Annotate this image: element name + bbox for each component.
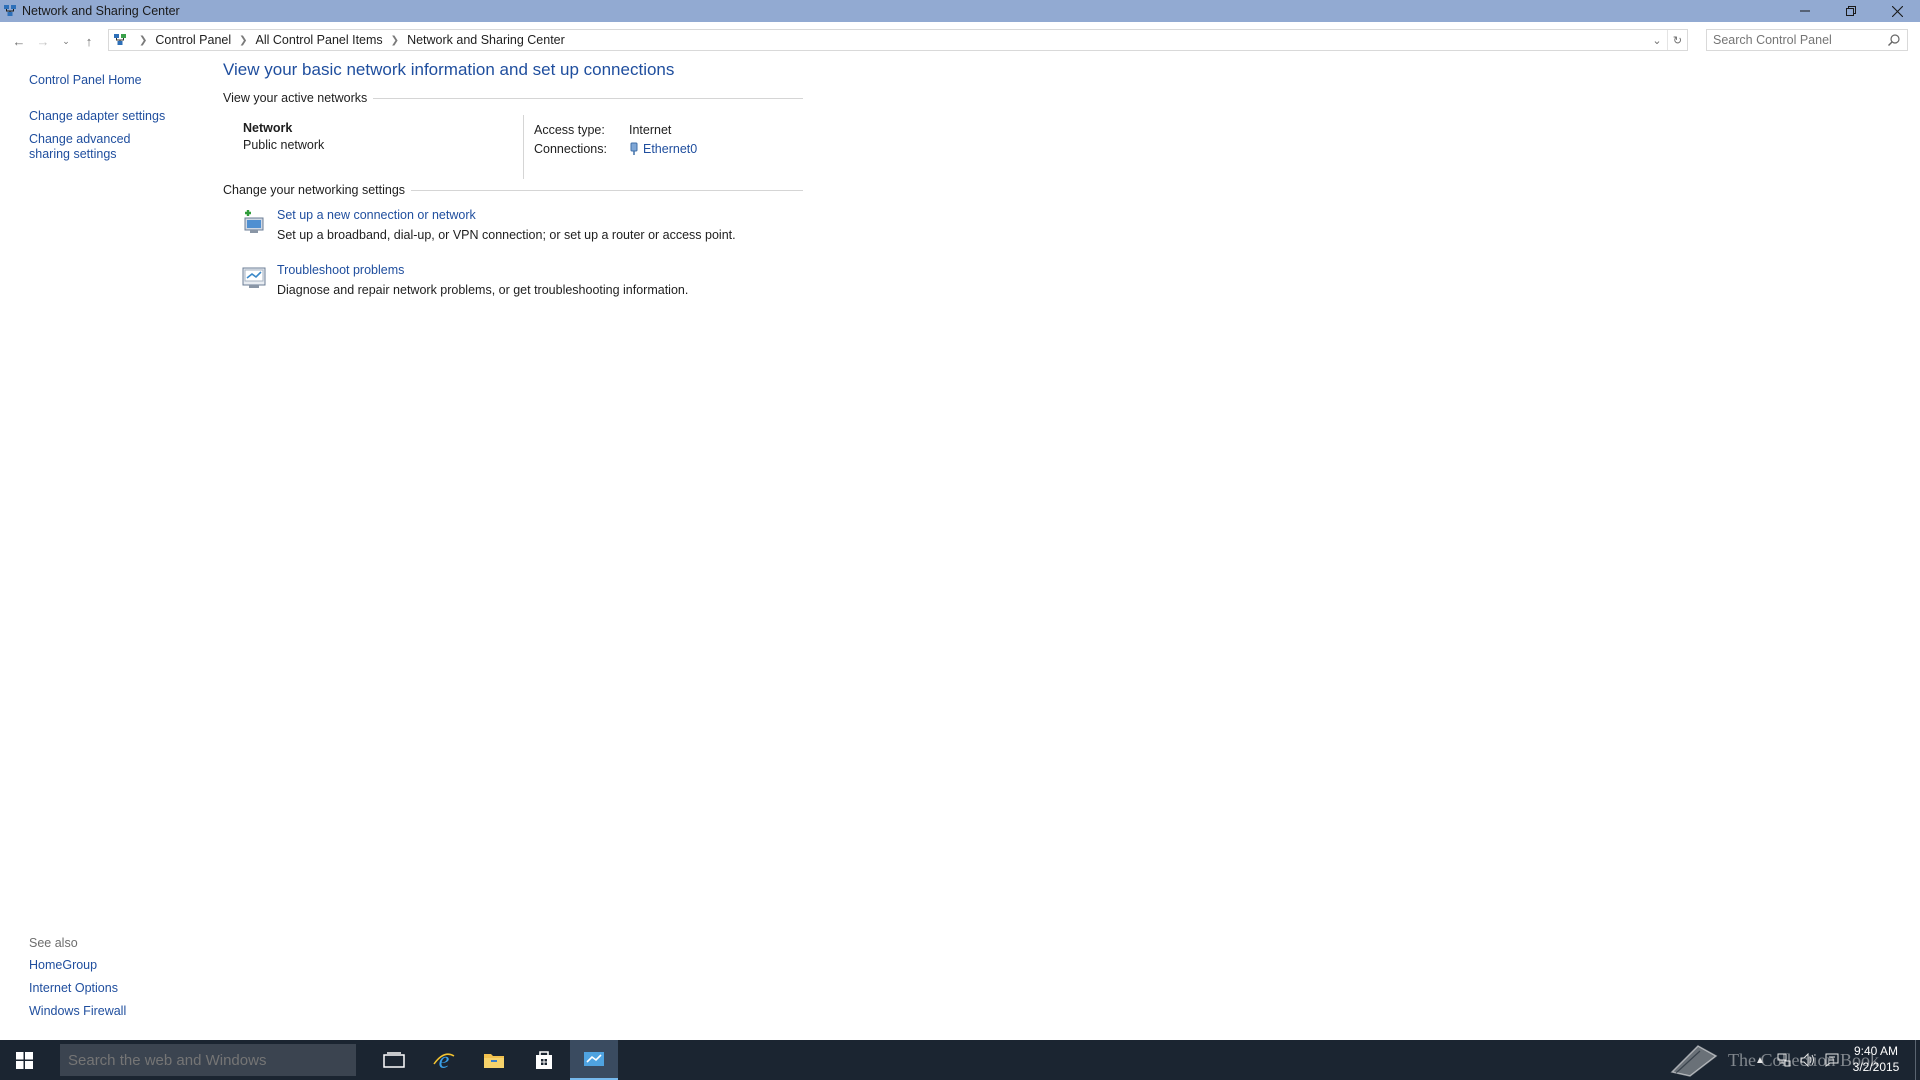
address-field[interactable]: ❯ Control Panel ❯ All Control Panel Item…: [108, 29, 1688, 51]
main-content: View your basic network information and …: [223, 60, 803, 317]
left-navigation-pane: Control Panel Home Change adapter settin…: [29, 73, 189, 162]
internet-explorer-button[interactable]: e: [420, 1040, 468, 1080]
title-bar: Network and Sharing Center: [0, 0, 1920, 22]
breadcrumb-all-items[interactable]: All Control Panel Items: [256, 33, 383, 47]
ethernet-connection-link[interactable]: Ethernet0: [643, 142, 697, 156]
troubleshoot-description: Diagnose and repair network problems, or…: [277, 283, 689, 297]
system-tray: ▲: [1748, 1040, 1844, 1080]
show-desktop-button[interactable]: [1915, 1040, 1920, 1080]
section-title: View your active networks: [223, 91, 368, 105]
minimize-icon: [1800, 10, 1810, 12]
svg-text:e: e: [439, 1048, 450, 1072]
taskbar-search-input[interactable]: [60, 1051, 340, 1069]
windows-logo-icon: [15, 1051, 33, 1069]
start-button[interactable]: [0, 1040, 48, 1080]
new-connection-icon: [244, 210, 264, 233]
store-button[interactable]: [520, 1040, 568, 1080]
section-title: Change your networking settings: [223, 183, 406, 197]
restore-button[interactable]: [1828, 0, 1874, 22]
network-type-link[interactable]: Public network: [243, 138, 324, 152]
recent-locations-button[interactable]: ⌄: [55, 29, 77, 53]
back-button[interactable]: ←: [7, 29, 31, 53]
internet-options-link[interactable]: Internet Options: [29, 981, 189, 996]
active-networks-header: View your active networks: [223, 91, 803, 105]
address-dropdown-button[interactable]: ⌄: [1647, 30, 1667, 50]
clock-date: 3/2/2015: [1852, 1060, 1900, 1074]
search-input[interactable]: [1707, 33, 1877, 47]
see-also-section: See also HomeGroup Internet Options Wind…: [29, 936, 189, 1027]
up-button[interactable]: ↑: [77, 29, 101, 53]
change-advanced-sharing-link[interactable]: Change advanced sharing settings: [29, 132, 174, 162]
homegroup-link[interactable]: HomeGroup: [29, 958, 189, 973]
speaker-icon: [1800, 1053, 1814, 1067]
back-arrow-icon: ←: [12, 33, 26, 49]
forward-arrow-icon: →: [36, 33, 50, 49]
taskbar-search-box[interactable]: [60, 1044, 356, 1076]
troubleshoot-link[interactable]: Troubleshoot problems: [277, 263, 404, 277]
control-panel-icon: [584, 1052, 604, 1066]
breadcrumb-control-panel[interactable]: Control Panel: [155, 33, 231, 47]
vertical-divider: [523, 115, 524, 179]
see-also-label: See also: [29, 936, 78, 950]
page-title: View your basic network information and …: [223, 60, 675, 79]
internet-explorer-icon: e: [433, 1048, 455, 1072]
restore-icon: [1846, 6, 1856, 16]
close-icon: [1891, 5, 1903, 17]
breadcrumb-separator-icon[interactable]: ❯: [139, 35, 147, 46]
active-network-panel: Network Public network Access type: Inte…: [223, 115, 803, 181]
section-divider: [373, 97, 803, 99]
networking-settings-header: Change your networking settings: [223, 183, 803, 197]
action-center-icon: [1825, 1053, 1839, 1067]
search-icon: [1888, 34, 1900, 46]
network-center-taskbar-button[interactable]: [570, 1040, 618, 1080]
search-control-panel[interactable]: [1706, 29, 1908, 51]
clock[interactable]: 9:40 AM 3/2/2015: [1848, 1043, 1904, 1075]
network-name: Network: [243, 121, 293, 135]
control-panel-icon: [109, 33, 131, 47]
task-setup-connection: Set up a new connection or network Set u…: [241, 207, 803, 262]
setup-connection-description: Set up a broadband, dial-up, or VPN conn…: [277, 228, 736, 242]
show-hidden-icons-button[interactable]: ▲: [1748, 1040, 1772, 1080]
volume-tray-button[interactable]: [1796, 1040, 1820, 1080]
breadcrumb-network-center[interactable]: Network and Sharing Center: [407, 33, 565, 47]
address-bar: ← → ⌄ ↑ ❯ Control Panel ❯ All Control Pa…: [0, 28, 1920, 54]
ethernet-icon: [630, 142, 638, 155]
forward-button[interactable]: →: [31, 29, 55, 53]
chevron-down-icon: ⌄: [62, 35, 70, 46]
book-logo-icon: [1670, 1045, 1718, 1077]
chevron-up-icon: ▲: [1755, 1054, 1765, 1066]
task-troubleshoot: Troubleshoot problems Diagnose and repai…: [241, 262, 803, 317]
refresh-icon: ↻: [1672, 34, 1683, 47]
setup-connection-link[interactable]: Set up a new connection or network: [277, 208, 476, 222]
control-panel-home-link[interactable]: Control Panel Home: [29, 73, 189, 88]
action-center-button[interactable]: [1820, 1040, 1844, 1080]
troubleshoot-icon: [242, 267, 266, 288]
breadcrumb-separator-icon[interactable]: ❯: [239, 35, 247, 46]
chevron-down-icon: ⌄: [1652, 34, 1662, 47]
minimize-button[interactable]: [1782, 0, 1828, 22]
windows-firewall-link[interactable]: Windows Firewall: [29, 1004, 189, 1019]
connections-label: Connections:: [534, 141, 607, 156]
store-bag-icon: [536, 1051, 552, 1069]
access-type-value: Internet: [629, 122, 672, 137]
access-type-label: Access type:: [534, 122, 605, 137]
file-explorer-button[interactable]: [470, 1040, 518, 1080]
task-view-icon: [383, 1052, 405, 1068]
network-center-icon: [3, 4, 17, 18]
task-view-button[interactable]: [370, 1040, 418, 1080]
up-arrow-icon: ↑: [85, 33, 93, 49]
section-divider: [411, 189, 803, 191]
taskbar: e The Collection Book ▲ 9:40 AM 3/2/2015: [0, 1040, 1920, 1080]
window-title: Network and Sharing Center: [22, 4, 180, 18]
refresh-button[interactable]: ↻: [1667, 30, 1687, 50]
clock-time: 9:40 AM: [1853, 1044, 1899, 1058]
breadcrumb-separator-icon[interactable]: ❯: [391, 35, 399, 46]
close-button[interactable]: [1874, 0, 1920, 22]
change-adapter-settings-link[interactable]: Change adapter settings: [29, 109, 189, 124]
folder-icon: [484, 1054, 504, 1068]
network-tray-button[interactable]: [1772, 1040, 1796, 1080]
network-icon: [1777, 1053, 1791, 1067]
